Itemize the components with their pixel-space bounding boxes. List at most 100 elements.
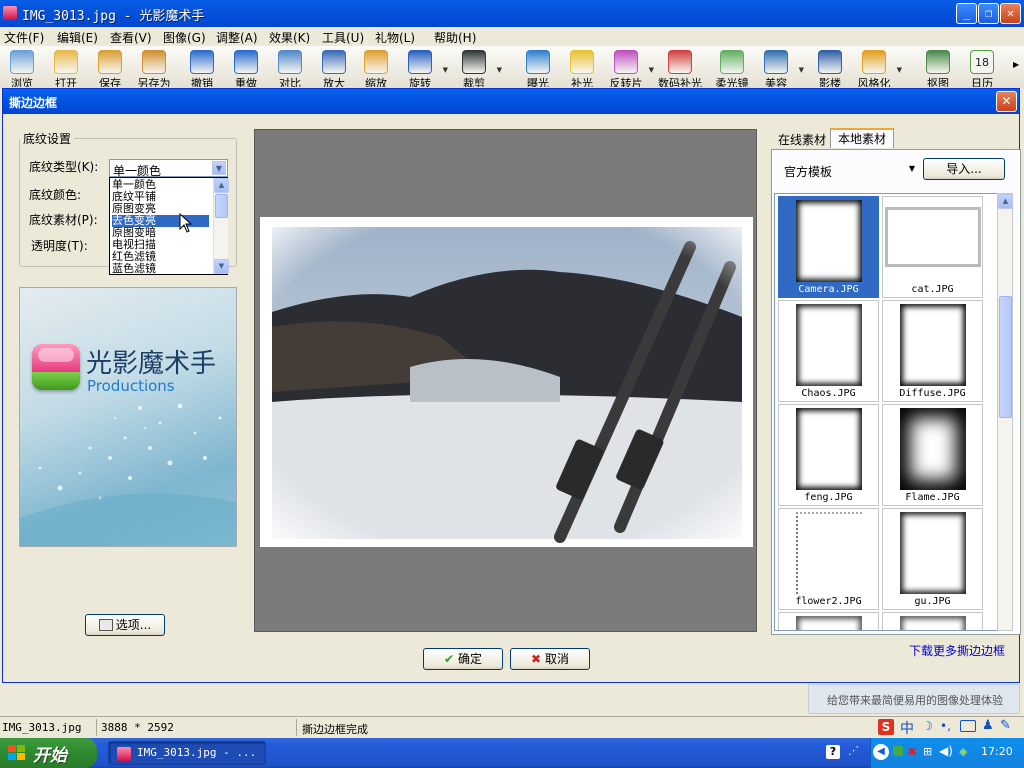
window-title: IMG_3013.jpg - 光影魔术手 [22, 9, 205, 24]
template-select[interactable]: 官方模板 ▼ [781, 161, 917, 180]
taskbar-window-title: IMG_3013.jpg - ... [137, 746, 257, 759]
network-icon[interactable]: ⊞ [923, 745, 932, 758]
scroll-up-icon[interactable]: ▲ [214, 178, 229, 193]
tray-arrow-icon[interactable]: ⋰ [848, 744, 859, 757]
scroll-thumb[interactable] [999, 296, 1012, 418]
user-icon[interactable]: ♟ [982, 718, 994, 733]
toolbar-button[interactable]: 撤销 [180, 48, 224, 88]
toolbar-button[interactable]: 曝光 [516, 48, 560, 88]
frame-thumbnail[interactable]: flower2.JPG [778, 508, 879, 610]
toolbar-button[interactable]: 影楼 [808, 48, 852, 88]
dropdown-arrow-icon[interactable]: ▼ [799, 66, 804, 74]
frame-thumbnail[interactable]: cat.JPG [882, 196, 983, 298]
toolbar-button[interactable]: 放大 [312, 48, 356, 88]
torn-edge-dialog: 撕边边框 ✕ 底纹设置 底纹类型(K): 底纹颜色: 底纹素材(P): 透明度(… [2, 88, 1021, 683]
toolbar-button[interactable]: 旋转 ▼ [398, 48, 448, 88]
tray-security-icon[interactable]: ✖ [907, 745, 917, 759]
dropdown-scrollbar[interactable]: ▲ ▼ [213, 178, 229, 274]
scroll-down-icon[interactable]: ▼ [214, 259, 229, 274]
toolbar-button[interactable]: 缩放 [354, 48, 398, 88]
texture-type-select[interactable]: 单一颜色 ▼ [109, 159, 228, 178]
taskbar-window-button[interactable]: IMG_3013.jpg - ... [108, 741, 266, 765]
toolbar-button[interactable]: 重做 [224, 48, 268, 88]
wrench-icon[interactable]: ✎ [1000, 718, 1011, 733]
cancel-button[interactable]: ✖ 取消 [510, 648, 590, 670]
frame-thumbnail[interactable]: Camera.JPG [778, 196, 879, 298]
frame-preview-image [796, 512, 862, 594]
dropdown-arrow-icon[interactable]: ▼ [443, 66, 448, 74]
maximize-button[interactable]: ❐ [978, 3, 999, 24]
start-button[interactable]: 开始 [0, 738, 97, 768]
ime-mode[interactable]: 中 [900, 718, 914, 738]
toolbar-button[interactable]: 打开 [44, 48, 88, 88]
dropdown-arrow-icon[interactable]: ▼ [897, 66, 902, 74]
ok-button[interactable]: ✔ 确定 [423, 648, 503, 670]
redo-icon [234, 50, 258, 74]
chevron-down-icon[interactable]: ▼ [212, 161, 226, 175]
punctuation-icon[interactable]: •, [940, 719, 951, 733]
dropdown-arrow-icon[interactable]: ▼ [497, 66, 502, 74]
frame-thumbnail[interactable]: gu.JPG [882, 508, 983, 610]
frame-thumbnail-label: flower2.JPG [795, 596, 862, 607]
toolbar-button[interactable]: 数码补光 [658, 48, 702, 88]
scroll-thumb[interactable] [215, 194, 228, 218]
brand-subtitle: Productions [87, 377, 175, 395]
dropdown-arrow-icon[interactable]: ▼ [649, 66, 654, 74]
toolbar-button[interactable]: 18 日历 [960, 48, 1004, 88]
help-icon[interactable]: ? [826, 745, 840, 759]
menu-item[interactable]: 编辑(E) [57, 29, 98, 46]
menu-item[interactable]: 查看(V) [110, 29, 152, 46]
menu-item[interactable]: 图像(G) [163, 29, 206, 46]
toolbar-button[interactable]: 抠图 [916, 48, 960, 88]
options-button[interactable]: 选项... [85, 614, 165, 636]
dropdown-option[interactable]: 蓝色滤镜 [112, 263, 209, 275]
sogou-icon[interactable]: S [878, 719, 894, 735]
toolbar-button[interactable]: 保存 [88, 48, 132, 88]
toolbar-button[interactable]: 裁剪 ▼ [452, 48, 502, 88]
import-button[interactable]: 导入... [923, 158, 1005, 180]
frame-thumbnail[interactable]: Diffuse.JPG [882, 300, 983, 402]
download-more-link[interactable]: 下载更多撕边边框 [909, 642, 1005, 659]
brand-name: 光影魔术手 [86, 349, 217, 379]
toolbar-button[interactable]: 风格化 ▼ [852, 48, 902, 88]
chevron-down-icon[interactable]: ▼ [909, 164, 915, 173]
thumbnail-scrollbar[interactable]: ▲ [997, 193, 1013, 631]
toolbar-button[interactable]: 另存为 [132, 48, 176, 88]
toolbar-button[interactable]: 对比 [268, 48, 312, 88]
toolbar-button[interactable]: 浏览 [0, 48, 44, 88]
menu-item[interactable]: 工具(U) [322, 29, 364, 46]
keyboard-icon[interactable] [960, 720, 976, 732]
scroll-up-icon[interactable]: ▲ [998, 194, 1013, 209]
toolbar-button[interactable]: 补光 [560, 48, 604, 88]
tab-local-materials[interactable]: 本地素材 [830, 128, 894, 148]
menu-item[interactable]: 调整(A) [216, 29, 258, 46]
toolbar-button[interactable]: 反转片 ▼ [604, 48, 654, 88]
volume-icon[interactable]: ◀) [939, 744, 953, 758]
texture-material-label: 底纹素材(P): [29, 213, 98, 227]
resize-icon [364, 50, 388, 74]
dialog-close-button[interactable]: ✕ [996, 91, 1017, 112]
menu-item[interactable]: 礼物(L) [375, 29, 415, 46]
tray-app-icon[interactable] [893, 746, 903, 756]
mouse-cursor-icon [179, 213, 193, 233]
minimize-button[interactable]: _ [956, 3, 977, 24]
menu-item[interactable]: 帮助(H) [434, 29, 476, 46]
moon-icon[interactable]: ☽ [922, 719, 933, 733]
toolbar-button[interactable]: 美容 ▼ [754, 48, 804, 88]
tab-online-materials[interactable]: 在线素材 [774, 131, 830, 151]
menu-item[interactable]: 效果(K) [269, 29, 310, 46]
frame-thumbnail[interactable] [882, 612, 983, 630]
toolbar-button-label: 反转片 [609, 77, 643, 87]
frame-thumbnail[interactable]: feng.JPG [778, 404, 879, 506]
frame-thumbnail[interactable]: Chaos.JPG [778, 300, 879, 402]
close-window-button[interactable]: ✕ [1000, 3, 1021, 24]
toolbar-button[interactable]: 柔光镜 [710, 48, 754, 88]
app-icon [3, 6, 17, 20]
tray-shield-icon[interactable]: ◆ [959, 745, 967, 758]
toolbar-more-icon[interactable]: ▶ [1013, 60, 1019, 69]
clock: 17:20 [981, 745, 1013, 758]
tray-expand-icon[interactable]: ◀ [873, 744, 889, 760]
frame-thumbnail[interactable] [778, 612, 879, 630]
frame-thumbnail[interactable]: Flame.JPG [882, 404, 983, 506]
menu-item[interactable]: 文件(F) [4, 29, 44, 46]
